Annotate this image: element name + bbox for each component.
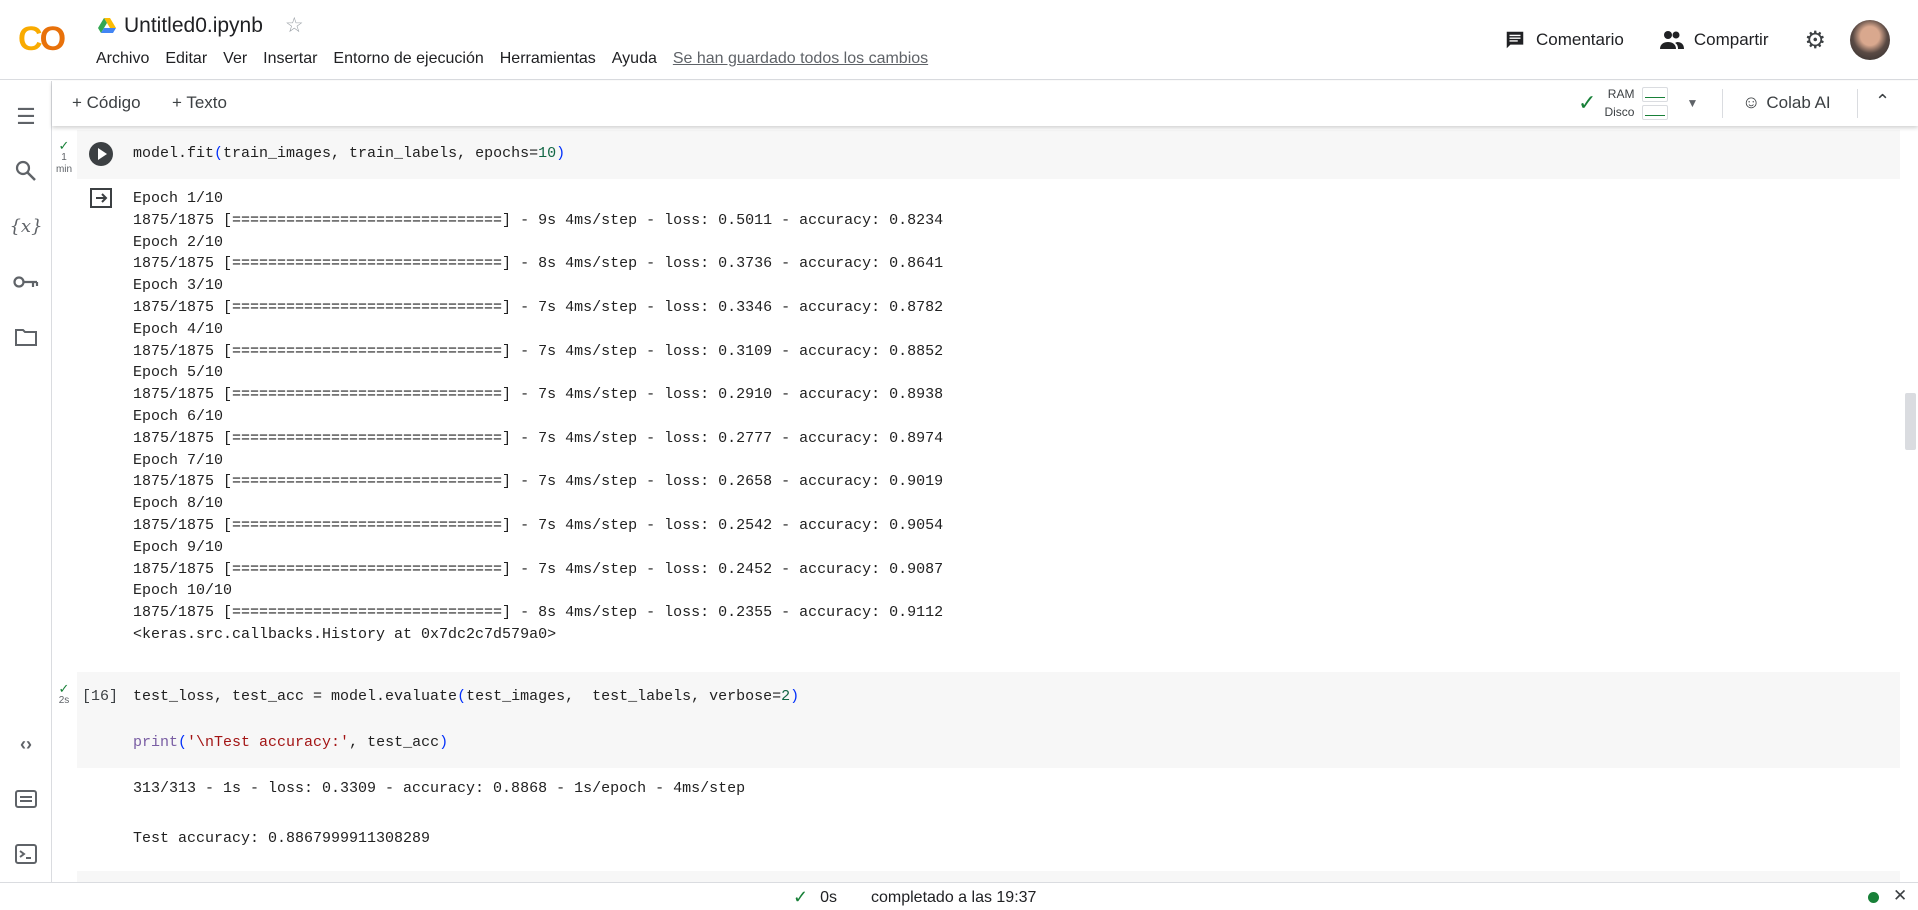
next-cell[interactable] <box>77 871 1900 882</box>
add-text-cell-button[interactable]: + Texto <box>172 93 227 113</box>
output-line: Epoch 4/10 <box>133 320 224 338</box>
cell-exec-status: ✓ 2s <box>54 681 74 707</box>
notebook-title[interactable]: Untitled0.ipynb <box>124 14 263 38</box>
menu-insertar[interactable]: Insertar <box>255 50 325 68</box>
share-button[interactable]: Compartir <box>1659 30 1769 50</box>
output-line: 1875/1875 [=============================… <box>133 211 944 229</box>
comment-button[interactable]: Comentario <box>1504 29 1624 51</box>
output-line: Epoch 7/10 <box>133 451 224 469</box>
output-line: Epoch 2/10 <box>133 233 224 251</box>
success-check-icon: ✓ <box>793 887 809 907</box>
output-line: 1875/1875 [=============================… <box>133 429 944 447</box>
status-message: completado a las 19:37 <box>871 888 1037 906</box>
drive-icon <box>98 17 116 33</box>
success-check-icon: ✓ <box>58 138 70 153</box>
command-palette-icon[interactable] <box>12 785 40 813</box>
menu-ayuda[interactable]: Ayuda <box>604 50 665 68</box>
colab-ai-icon: ☺ <box>1742 92 1761 112</box>
success-check-icon: ✓ <box>58 681 70 696</box>
output-line: 1875/1875 [=============================… <box>133 298 944 316</box>
resources-indicator[interactable]: ✓ RAM Disco ▼ <box>1578 85 1698 121</box>
key-secrets-icon[interactable] <box>12 268 40 296</box>
disk-usage-graph <box>1642 104 1669 120</box>
menu-herramientas[interactable]: Herramientas <box>492 50 604 68</box>
output-line: Epoch 1/10 <box>133 190 224 207</box>
exec-unit: min <box>55 164 73 175</box>
ram-label: RAM <box>1607 87 1635 101</box>
connected-check-icon: ✓ <box>1578 90 1597 115</box>
cell-exec-status: ✓ 1 min <box>54 138 74 176</box>
run-cell-button[interactable] <box>89 142 113 166</box>
connected-dot-icon <box>1868 892 1879 903</box>
terminal-icon[interactable] <box>12 840 40 868</box>
add-code-cell-button[interactable]: + Código <box>72 93 141 113</box>
left-sidebar: ☰ {x} ‹› <box>0 81 52 882</box>
colab-logo[interactable]: CO <box>18 20 66 59</box>
output-line: 1875/1875 [=============================… <box>133 342 944 360</box>
output-line: 1875/1875 [=============================… <box>133 255 944 273</box>
output-line: Epoch 6/10 <box>133 407 224 425</box>
menu-ver[interactable]: Ver <box>215 50 255 68</box>
output-line: Epoch 10/10 <box>133 582 233 600</box>
exec-count: [16] <box>82 688 119 705</box>
code-line-1[interactable]: test_loss, test_acc = model.evaluate(tes… <box>133 688 799 705</box>
colab-ai-label: Colab AI <box>1766 92 1831 112</box>
user-avatar[interactable] <box>1850 20 1890 60</box>
code-snippets-icon[interactable]: ‹› <box>12 730 40 758</box>
output-line: 1875/1875 [=============================… <box>133 516 944 534</box>
cell-output: Epoch 1/10 1875/1875 [===================… <box>133 188 943 646</box>
comment-label: Comentario <box>1535 30 1624 49</box>
status-bar: ✓ 0s completado a las 19:37 ✕ <box>0 882 1918 910</box>
search-icon[interactable] <box>12 157 40 185</box>
exec-time: 1 <box>61 152 67 163</box>
code-line[interactable]: model.fit(train_images, train_labels, ep… <box>133 145 565 162</box>
code-cell-fit[interactable]: model.fit(train_images, train_labels, ep… <box>77 130 1900 179</box>
menu-entorno[interactable]: Entorno de ejecución <box>325 50 491 68</box>
close-icon[interactable]: ✕ <box>1893 886 1907 906</box>
variables-icon[interactable]: {x} <box>9 212 42 240</box>
exec-duration: 0s <box>820 888 837 906</box>
eval-output-line: 313/313 - 1s - loss: 0.3309 - accuracy: … <box>133 780 746 797</box>
output-line: Epoch 9/10 <box>133 538 224 556</box>
dropdown-arrow-icon[interactable]: ▼ <box>1686 96 1698 110</box>
star-icon[interactable]: ☆ <box>285 13 304 38</box>
disk-label: Disco <box>1604 105 1635 119</box>
colab-ai-button[interactable]: ☺ Colab AI <box>1742 92 1831 113</box>
output-line: 1875/1875 [=============================… <box>133 473 944 491</box>
output-line: 1875/1875 [=============================… <box>133 604 944 622</box>
play-icon <box>98 148 107 160</box>
code-cell-evaluate[interactable]: [16] test_loss, test_acc = model.evaluat… <box>77 672 1900 768</box>
folder-icon[interactable] <box>12 323 40 351</box>
settings-gear-icon[interactable]: ⚙ <box>1804 26 1826 55</box>
output-line: Epoch 8/10 <box>133 495 224 513</box>
menu-bar: Archivo Editar Ver Insertar Entorno de e… <box>88 50 936 68</box>
ram-usage-graph <box>1642 86 1669 102</box>
output-line: Epoch 5/10 <box>133 364 224 382</box>
output-line: Epoch 3/10 <box>133 277 224 295</box>
notebook-toolbar: + Código + Texto ✓ RAM Disco ▼ ☺ Colab AI… <box>52 81 1918 126</box>
code-line-2[interactable]: print('\nTest accuracy:', test_acc) <box>133 734 448 751</box>
output-line: 1875/1875 [=============================… <box>133 386 944 404</box>
scrollbar-thumb[interactable] <box>1905 393 1916 450</box>
table-of-contents-icon[interactable]: ☰ <box>12 103 40 131</box>
save-status-link[interactable]: Se han guardado todos los cambios <box>665 50 936 68</box>
test-accuracy-output: Test accuracy: 0.8867999911308289 <box>133 830 431 847</box>
menu-editar[interactable]: Editar <box>157 50 215 68</box>
output-icon[interactable] <box>89 187 113 209</box>
collapse-chevron-up-icon[interactable]: ⌃ <box>1875 91 1890 112</box>
output-line: <keras.src.callbacks.History at 0x7dc2c7… <box>133 625 557 643</box>
share-label: Compartir <box>1693 30 1769 49</box>
menu-archivo[interactable]: Archivo <box>88 50 157 68</box>
notebook-title-bar: Untitled0.ipynb ☆ <box>98 13 304 38</box>
header: CO Untitled0.ipynb ☆ Archivo Editar Ver … <box>0 0 1918 80</box>
output-line: 1875/1875 [=============================… <box>133 560 944 578</box>
exec-time: 2s <box>58 695 70 706</box>
comment-icon <box>1506 31 1524 49</box>
people-icon <box>1659 31 1684 49</box>
